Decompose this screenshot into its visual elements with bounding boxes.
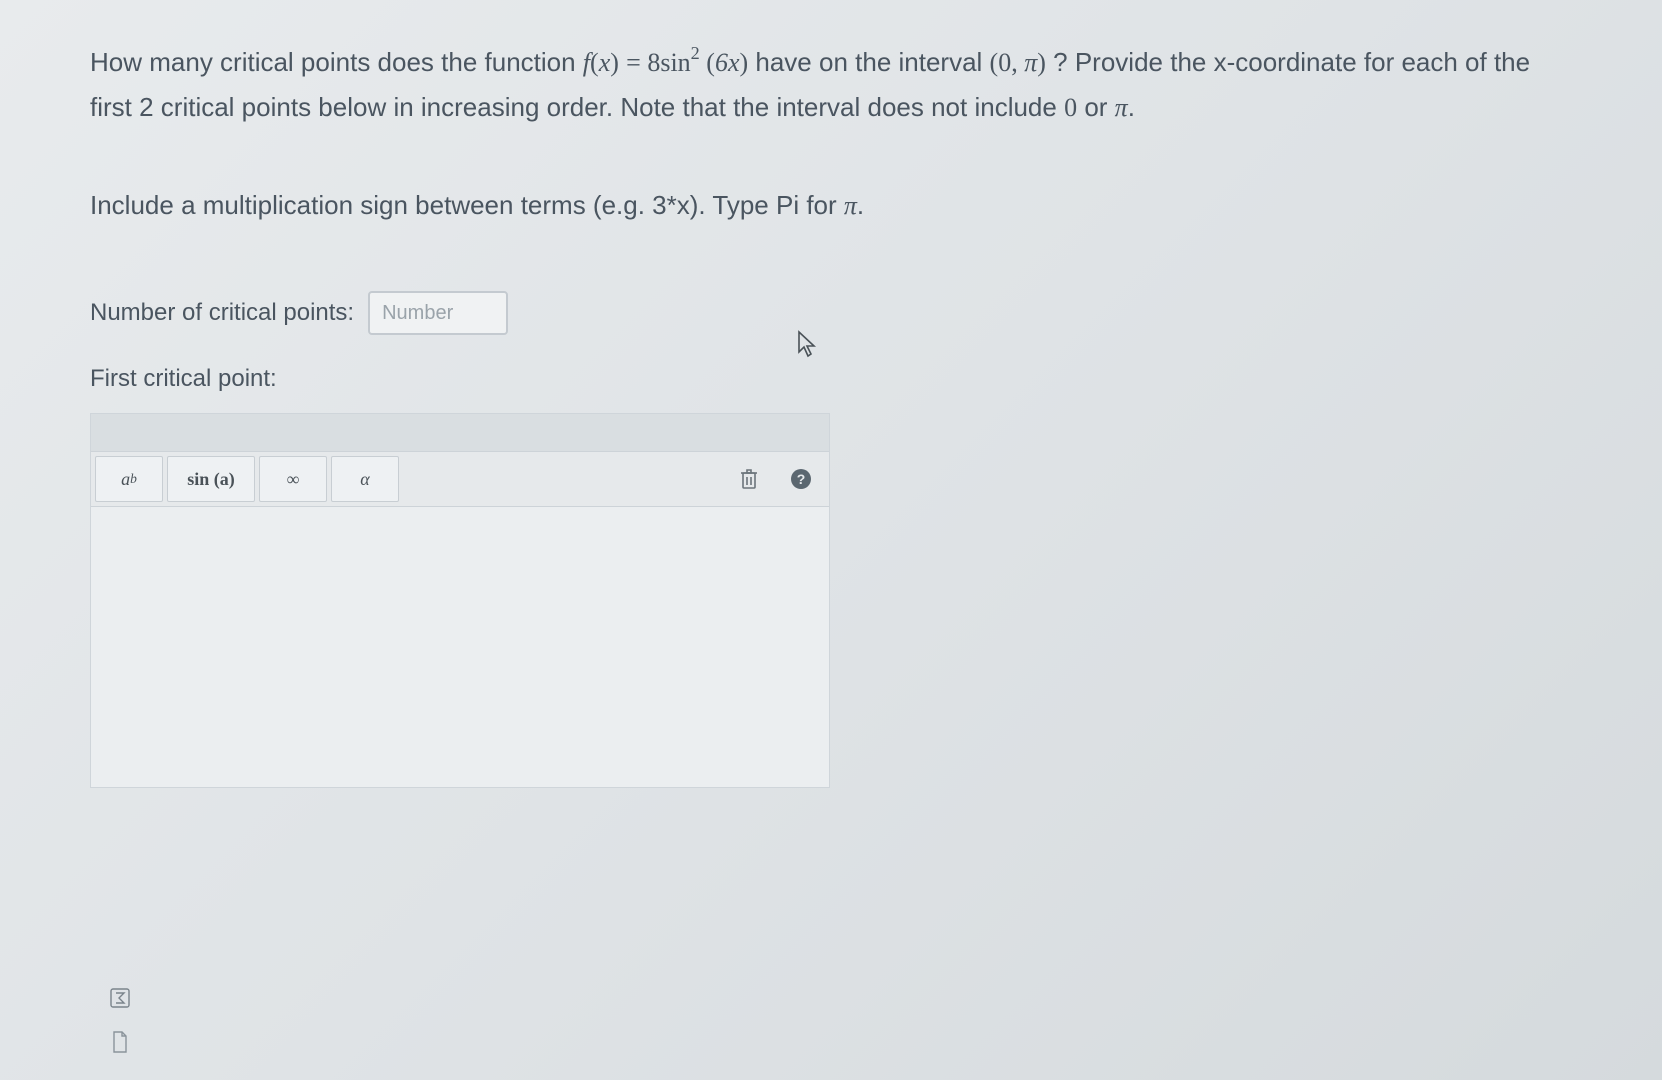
paren-open: ( bbox=[590, 48, 599, 77]
instruction-pi: π bbox=[844, 191, 857, 220]
sin-label: sin (a) bbox=[187, 469, 235, 490]
svg-text:?: ? bbox=[797, 471, 806, 487]
instruction-text: Include a multiplication sign between te… bbox=[90, 190, 1572, 221]
bottom-icon-bar bbox=[106, 984, 134, 1056]
power-exp: b bbox=[130, 471, 137, 487]
interval-comma: , bbox=[1011, 48, 1024, 77]
or-text: or bbox=[1084, 92, 1114, 122]
interval-open: ( bbox=[990, 48, 999, 77]
paren-close: ) bbox=[610, 48, 619, 77]
question-middle: have on the interval bbox=[755, 47, 989, 77]
equals: = bbox=[626, 48, 647, 77]
equation-editor: ab sin (a) ∞ α ? bbox=[90, 413, 830, 788]
arg-close: ) bbox=[739, 48, 748, 77]
instruction-period: . bbox=[857, 190, 864, 220]
toolbar-sin-button[interactable]: sin (a) bbox=[167, 456, 255, 502]
func-exp: 2 bbox=[691, 43, 700, 63]
func-f: f bbox=[583, 48, 590, 77]
instruction-prefix: Include a multiplication sign between te… bbox=[90, 190, 844, 220]
sigma-icon bbox=[109, 987, 131, 1009]
alpha-label: α bbox=[360, 469, 369, 490]
interval-close: ) bbox=[1037, 48, 1046, 77]
document-button[interactable] bbox=[106, 1028, 134, 1056]
func-x: x bbox=[599, 48, 611, 77]
toolbar-help-button[interactable]: ? bbox=[777, 456, 825, 502]
question-period: . bbox=[1128, 92, 1135, 122]
question-prefix: How many critical points does the functi… bbox=[90, 47, 583, 77]
sigma-button[interactable] bbox=[106, 984, 134, 1012]
help-icon: ? bbox=[790, 468, 812, 490]
func-arg: 6x bbox=[715, 48, 740, 77]
toolbar-delete-button[interactable] bbox=[725, 456, 773, 502]
editor-top-bar bbox=[91, 414, 829, 452]
num-critical-input[interactable] bbox=[368, 291, 508, 335]
zero-text: 0 bbox=[1064, 93, 1077, 122]
interval-pi: π bbox=[1024, 48, 1037, 77]
toolbar-spacer bbox=[403, 456, 721, 502]
toolbar-power-button[interactable]: ab bbox=[95, 456, 163, 502]
editor-input-area[interactable] bbox=[91, 507, 829, 787]
question-text: How many critical points does the functi… bbox=[90, 40, 1572, 130]
trash-icon bbox=[739, 468, 759, 490]
editor-toolbar: ab sin (a) ∞ α ? bbox=[91, 452, 829, 507]
document-icon bbox=[110, 1030, 130, 1054]
toolbar-alpha-button[interactable]: α bbox=[331, 456, 399, 502]
num-critical-row: Number of critical points: bbox=[90, 291, 1572, 335]
num-critical-label: Number of critical points: bbox=[90, 299, 354, 327]
arg-open: ( bbox=[700, 48, 715, 77]
first-critical-label: First critical point: bbox=[90, 365, 1572, 393]
pi-text: π bbox=[1115, 93, 1128, 122]
power-base: a bbox=[121, 469, 130, 490]
func-coef: 8sin bbox=[647, 48, 690, 77]
toolbar-infinity-button[interactable]: ∞ bbox=[259, 456, 327, 502]
infinity-label: ∞ bbox=[287, 469, 300, 490]
interval-zero: 0 bbox=[998, 48, 1011, 77]
